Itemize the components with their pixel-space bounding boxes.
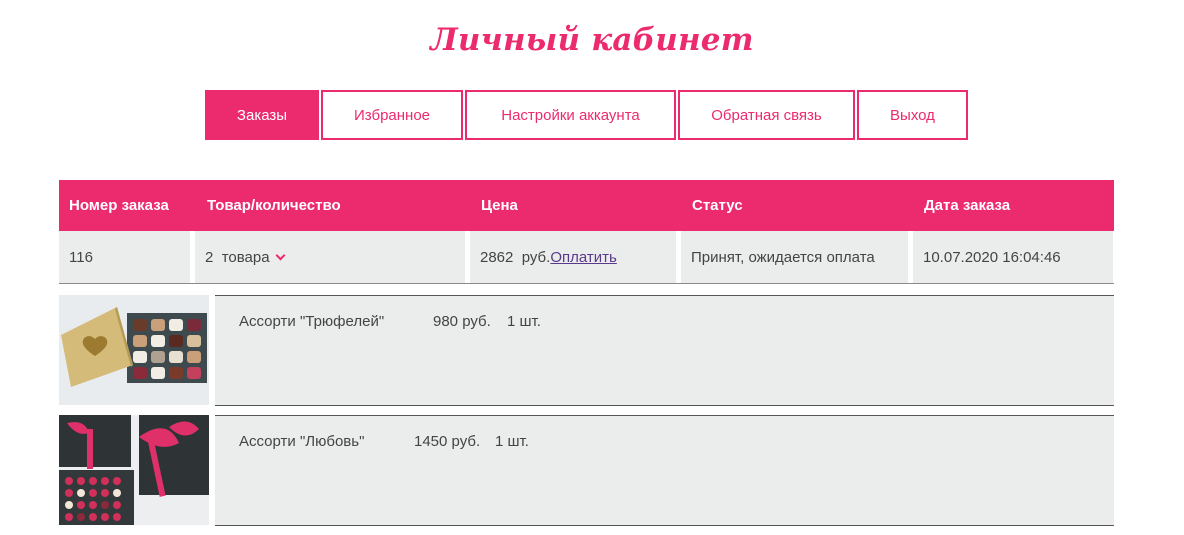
order-item-info: Ассорти "Любовь" 1450 руб. 1 шт. (215, 415, 1114, 526)
truffle-box-image (59, 295, 209, 405)
order-item: Ассорти "Любовь" 1450 руб. 1 шт. (59, 415, 1114, 526)
goods-quantity-cell: 2 товара (195, 231, 465, 283)
header-order-number: Номер заказа (69, 197, 169, 214)
item-name: Ассорти "Трюфелей" (239, 313, 385, 330)
heart-chocolates-box-image (59, 415, 209, 525)
status-cell: Принят, ожидается оплата (681, 231, 908, 283)
orders-table-header: Номер заказа Товар/количество Цена Стату… (59, 180, 1114, 231)
price-cell: 2862 руб. Оплатить (470, 231, 676, 283)
tab-favorites[interactable]: Избранное (321, 90, 463, 140)
item-name: Ассорти "Любовь" (239, 433, 365, 450)
item-quantity: 1 шт. (495, 433, 529, 450)
header-goods-quantity: Товар/количество (207, 197, 341, 214)
pay-link[interactable]: Оплатить (550, 249, 617, 266)
item-price: 980 руб. (433, 313, 491, 330)
orders-table: Номер заказа Товар/количество Цена Стату… (59, 180, 1114, 284)
order-number-cell: 116 (59, 231, 190, 283)
item-quantity: 1 шт. (507, 313, 541, 330)
header-price: Цена (481, 197, 518, 214)
tab-feedback[interactable]: Обратная связь (678, 90, 855, 140)
page-title: Личный кабинет (430, 22, 754, 58)
header-status: Статус (692, 197, 743, 214)
item-price: 1450 руб. (414, 433, 481, 450)
account-tabs: Заказы Избранное Настройки аккаунта Обра… (205, 90, 968, 140)
table-row: 116 2 товара 2862 руб. Оплатить Принят, о… (59, 231, 1114, 284)
goods-count: 2 (205, 248, 214, 266)
currency: руб. (521, 248, 551, 266)
order-item-info: Ассорти "Трюфелей" 980 руб. 1 шт. (215, 295, 1114, 406)
order-date-cell: 10.07.2020 16:04:46 (913, 231, 1113, 283)
goods-word: товара (221, 248, 270, 266)
tab-account-settings[interactable]: Настройки аккаунта (465, 90, 676, 140)
tab-logout[interactable]: Выход (857, 90, 968, 140)
tab-orders[interactable]: Заказы (205, 90, 319, 140)
price-value: 2862 (480, 248, 514, 266)
order-item: Ассорти "Трюфелей" 980 руб. 1 шт. (59, 295, 1114, 406)
chevron-down-icon[interactable] (275, 250, 286, 260)
header-order-date: Дата заказа (924, 197, 1011, 214)
